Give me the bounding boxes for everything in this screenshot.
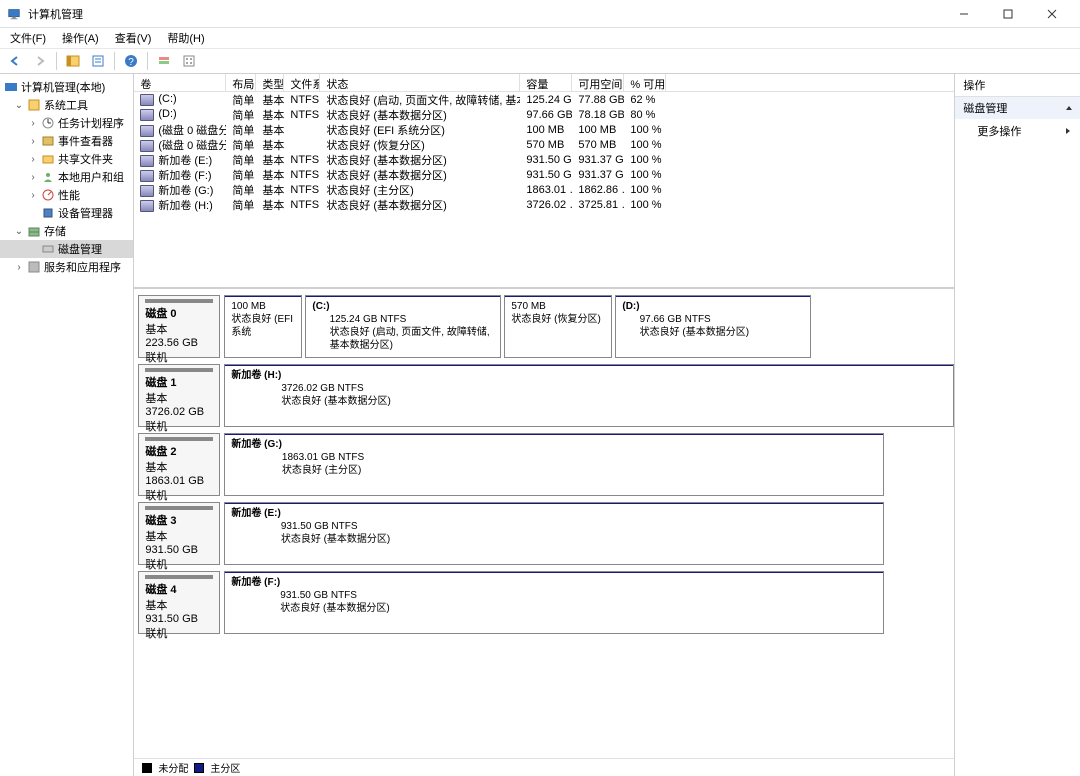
- disk-map[interactable]: 磁盘 0基本223.56 GB联机100 MB状态良好 (EFI 系统(C:)1…: [134, 289, 954, 758]
- divider-icon: [114, 52, 115, 70]
- minimize-button[interactable]: [942, 0, 986, 28]
- col-type[interactable]: 类型: [256, 74, 284, 91]
- disk-header[interactable]: 磁盘 4基本931.50 GB联机: [138, 571, 220, 634]
- disk-row[interactable]: 磁盘 2基本1863.01 GB联机新加卷 (G:)1863.01 GB NTF…: [138, 433, 954, 496]
- actions-header: 操作: [955, 74, 1080, 97]
- refresh-button[interactable]: [153, 50, 175, 72]
- tree-storage[interactable]: ⌄存储: [0, 222, 133, 240]
- divider-icon: [56, 52, 57, 70]
- disk-row[interactable]: 磁盘 4基本931.50 GB联机新加卷 (F:)931.50 GB NTFS状…: [138, 571, 954, 634]
- tree-root[interactable]: 计算机管理(本地): [0, 78, 133, 96]
- tree-services[interactable]: ›服务和应用程序: [0, 258, 133, 276]
- disk-row[interactable]: 磁盘 0基本223.56 GB联机100 MB状态良好 (EFI 系统(C:)1…: [138, 295, 954, 358]
- show-hide-button[interactable]: [62, 50, 84, 72]
- partition[interactable]: 新加卷 (F:)931.50 GB NTFS状态良好 (基本数据分区): [224, 571, 884, 634]
- tree-local-users[interactable]: ›本地用户和组: [0, 168, 133, 186]
- actions-section[interactable]: 磁盘管理: [955, 97, 1080, 119]
- menu-action[interactable]: 操作(A): [54, 28, 107, 48]
- table-row[interactable]: 新加卷 (H:)简单基本NTFS状态良好 (基本数据分区)3726.02 …37…: [134, 197, 954, 212]
- volume-icon: [140, 185, 154, 197]
- grid-header: 卷 布局 类型 文件系统 状态 容量 可用空间 % 可用: [134, 74, 954, 92]
- volume-list[interactable]: 卷 布局 类型 文件系统 状态 容量 可用空间 % 可用 (C:)简单基本NTF…: [134, 74, 954, 289]
- col-status[interactable]: 状态: [320, 74, 520, 91]
- col-layout[interactable]: 布局: [226, 74, 256, 91]
- actions-more[interactable]: 更多操作: [955, 119, 1080, 143]
- col-capacity[interactable]: 容量: [520, 74, 572, 91]
- volume-icon: [140, 200, 154, 212]
- legend-swatch-unallocated: [142, 763, 152, 773]
- table-row[interactable]: (C:)简单基本NTFS状态良好 (启动, 页面文件, 故障转储, 基本数据分区…: [134, 92, 954, 107]
- actions-pane: 操作 磁盘管理 更多操作: [955, 74, 1080, 776]
- table-row[interactable]: 新加卷 (E:)简单基本NTFS状态良好 (基本数据分区)931.50 GB93…: [134, 152, 954, 167]
- disk-row[interactable]: 磁盘 3基本931.50 GB联机新加卷 (E:)931.50 GB NTFS状…: [138, 502, 954, 565]
- tree-performance[interactable]: ›性能: [0, 186, 133, 204]
- table-row[interactable]: 新加卷 (G:)简单基本NTFS状态良好 (主分区)1863.01 …1862.…: [134, 182, 954, 197]
- menu-help[interactable]: 帮助(H): [159, 28, 212, 48]
- partition[interactable]: 新加卷 (H:)3726.02 GB NTFS状态良好 (基本数据分区): [224, 364, 954, 427]
- table-row[interactable]: (D:)简单基本NTFS状态良好 (基本数据分区)97.66 GB78.18 G…: [134, 107, 954, 122]
- nav-tree[interactable]: 计算机管理(本地) ⌄系统工具 ›任务计划程序 ›事件查看器 ›共享文件夹 ›本…: [0, 74, 134, 776]
- menu-view[interactable]: 查看(V): [107, 28, 160, 48]
- toolbar: ?: [0, 48, 1080, 74]
- partition[interactable]: 新加卷 (G:)1863.01 GB NTFS状态良好 (主分区): [224, 433, 884, 496]
- table-row[interactable]: 新加卷 (F:)简单基本NTFS状态良好 (基本数据分区)931.50 GB93…: [134, 167, 954, 182]
- back-button[interactable]: [4, 50, 26, 72]
- disk-header[interactable]: 磁盘 0基本223.56 GB联机: [138, 295, 220, 358]
- col-percent[interactable]: % 可用: [624, 74, 666, 91]
- disk-header[interactable]: 磁盘 1基本3726.02 GB联机: [138, 364, 220, 427]
- partition[interactable]: (C:)125.24 GB NTFS状态良好 (启动, 页面文件, 故障转储, …: [305, 295, 501, 358]
- titlebar: 计算机管理: [0, 0, 1080, 28]
- volume-icon: [140, 109, 154, 121]
- disk-row[interactable]: 磁盘 1基本3726.02 GB联机新加卷 (H:)3726.02 GB NTF…: [138, 364, 954, 427]
- partition[interactable]: 570 MB状态良好 (恢复分区): [504, 295, 612, 358]
- table-row[interactable]: (磁盘 0 磁盘分区 2)简单基本状态良好 (EFI 系统分区)100 MB10…: [134, 122, 954, 137]
- tree-device-manager[interactable]: 设备管理器: [0, 204, 133, 222]
- chevron-right-icon: [1066, 128, 1070, 134]
- tree-shared-folders[interactable]: ›共享文件夹: [0, 150, 133, 168]
- partition[interactable]: 新加卷 (E:)931.50 GB NTFS状态良好 (基本数据分区): [224, 502, 884, 565]
- disk-header[interactable]: 磁盘 3基本931.50 GB联机: [138, 502, 220, 565]
- table-row[interactable]: (磁盘 0 磁盘分区 4)简单基本状态良好 (恢复分区)570 MB570 MB…: [134, 137, 954, 152]
- legend: 未分配 主分区: [134, 758, 954, 776]
- chevron-up-icon: [1066, 106, 1072, 110]
- partition[interactable]: 100 MB状态良好 (EFI 系统: [224, 295, 302, 358]
- tree-task-scheduler[interactable]: ›任务计划程序: [0, 114, 133, 132]
- tree-system-tools[interactable]: ⌄系统工具: [0, 96, 133, 114]
- tree-event-viewer[interactable]: ›事件查看器: [0, 132, 133, 150]
- legend-primary: 主分区: [210, 760, 240, 775]
- divider-icon: [147, 52, 148, 70]
- svg-text:?: ?: [128, 57, 134, 68]
- list-button[interactable]: [178, 50, 200, 72]
- volume-icon: [140, 170, 154, 182]
- close-button[interactable]: [1030, 0, 1074, 28]
- disk-header[interactable]: 磁盘 2基本1863.01 GB联机: [138, 433, 220, 496]
- legend-unallocated: 未分配: [158, 760, 188, 775]
- properties-button[interactable]: [87, 50, 109, 72]
- col-free[interactable]: 可用空间: [572, 74, 624, 91]
- legend-swatch-primary: [194, 763, 204, 773]
- col-volume[interactable]: 卷: [134, 74, 226, 91]
- col-filesystem[interactable]: 文件系统: [284, 74, 320, 91]
- volume-icon: [140, 94, 154, 106]
- menu-file[interactable]: 文件(F): [2, 28, 54, 48]
- forward-button[interactable]: [29, 50, 51, 72]
- app-icon: [6, 6, 22, 22]
- main-content: 卷 布局 类型 文件系统 状态 容量 可用空间 % 可用 (C:)简单基本NTF…: [134, 74, 955, 776]
- maximize-button[interactable]: [986, 0, 1030, 28]
- volume-icon: [140, 155, 154, 167]
- help-button[interactable]: ?: [120, 50, 142, 72]
- volume-icon: [140, 125, 154, 137]
- partition[interactable]: (D:)97.66 GB NTFS状态良好 (基本数据分区): [615, 295, 811, 358]
- tree-disk-management[interactable]: 磁盘管理: [0, 240, 133, 258]
- window-title: 计算机管理: [28, 6, 83, 22]
- menubar: 文件(F) 操作(A) 查看(V) 帮助(H): [0, 28, 1080, 48]
- volume-icon: [140, 140, 154, 152]
